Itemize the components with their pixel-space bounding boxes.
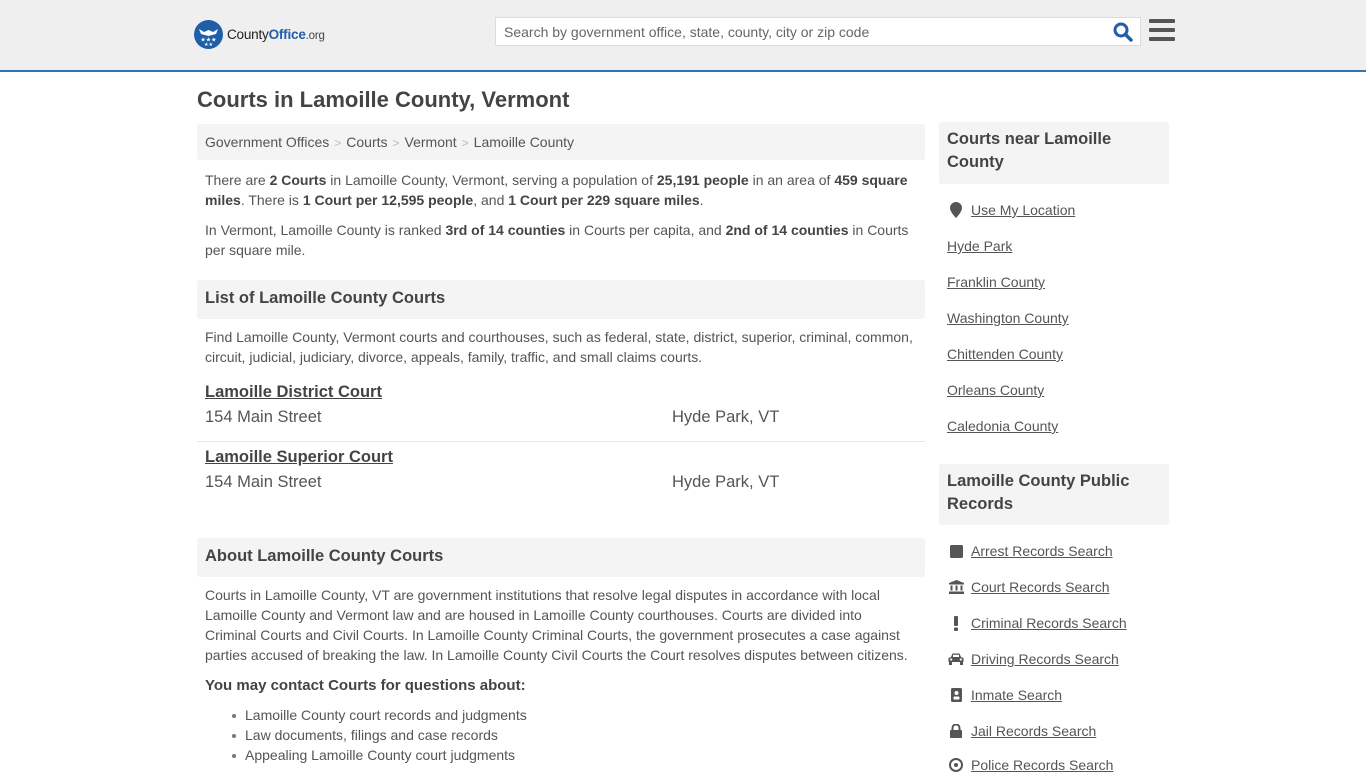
list-intro: Find Lamoille County, Vermont courts and… (205, 329, 913, 365)
court-item: Lamoille Superior Court 154 Main Street … (197, 443, 925, 507)
records-item: Jail Records Search (947, 722, 1096, 740)
records-item: Arrest Records Search (947, 542, 1113, 560)
nearby-link-orleans-county[interactable]: Orleans County (947, 382, 1044, 398)
courthouse-icon (947, 578, 965, 596)
search-icon[interactable] (1112, 21, 1134, 43)
about-body: Courts in Lamoille County, VT are govern… (205, 587, 908, 663)
records-item: Inmate Search (947, 686, 1062, 704)
records-item: Driving Records Search (947, 650, 1119, 668)
contact-list-item: Appealing Lamoille County court judgment… (232, 745, 527, 765)
inmate-search-link[interactable]: Inmate Search (971, 687, 1062, 703)
court-name-link[interactable]: Lamoille District Court (205, 383, 382, 402)
site-header: ★★★ ★★ CountyOffice.org (0, 0, 1366, 72)
contact-list-item: Law documents, filings and case records (232, 725, 527, 745)
site-logo[interactable]: ★★★ ★★ CountyOffice.org (194, 20, 325, 49)
police-records-link[interactable]: Police Records Search (971, 757, 1113, 773)
records-item: Criminal Records Search (947, 614, 1127, 632)
lock-icon (947, 722, 965, 740)
use-my-location-link[interactable]: Use My Location (971, 202, 1075, 218)
breadcrumb-lamoille-county[interactable]: Lamoille County (474, 134, 574, 150)
breadcrumb: Government Offices > Courts > Vermont > Lamoil… (197, 124, 925, 160)
nearby-courts-heading: Courts near Lamoille County (939, 122, 1169, 184)
court-city: Hyde Park, VT (672, 473, 780, 491)
list-section-heading: List of Lamoille County Courts (197, 280, 925, 319)
public-records-heading: Lamoille County Public Records (939, 464, 1169, 525)
court-address: 154 Main Street (205, 408, 322, 426)
contact-list: Lamoille County court records and judgme… (232, 705, 527, 765)
search-bar (495, 17, 1141, 46)
records-item: Court Records Search (947, 578, 1110, 596)
contact-heading: You may contact Courts for questions abo… (205, 677, 526, 694)
jail-records-link[interactable]: Jail Records Search (971, 723, 1096, 739)
svg-text:★★: ★★ (204, 42, 213, 48)
contact-list-item: Lamoille County court records and judgme… (232, 707, 527, 723)
court-item: Lamoille District Court 154 Main Street … (197, 378, 925, 442)
nearby-link-chittenden-county[interactable]: Chittenden County (947, 346, 1063, 362)
nearby-link-hyde-park[interactable]: Hyde Park (947, 238, 1012, 254)
hamburger-menu-icon[interactable] (1149, 19, 1175, 43)
court-records-link[interactable]: Court Records Search (971, 579, 1110, 595)
breadcrumb-vermont[interactable]: Vermont (405, 134, 457, 150)
summary-paragraph: There are 2 Courts in Lamoille County, V… (205, 172, 908, 208)
breadcrumb-government-offices[interactable]: Government Offices (205, 134, 329, 150)
page-title: Courts in Lamoille County, Vermont (197, 87, 570, 112)
criminal-records-link[interactable]: Criminal Records Search (971, 615, 1127, 631)
ranking-paragraph: In Vermont, Lamoille County is ranked 3r… (205, 222, 909, 258)
breadcrumb-courts[interactable]: Courts (346, 134, 387, 150)
breadcrumb-separator: > (334, 136, 342, 150)
car-icon (947, 650, 965, 668)
search-input[interactable] (496, 18, 1106, 45)
square-icon (947, 542, 965, 560)
badge-icon (947, 756, 965, 774)
court-name-link[interactable]: Lamoille Superior Court (205, 448, 393, 467)
exclamation-icon (947, 614, 965, 632)
court-city: Hyde Park, VT (672, 408, 780, 426)
id-badge-icon (947, 686, 965, 704)
logo-text: CountyOffice.org (227, 27, 325, 42)
about-section-heading: About Lamoille County Courts (197, 538, 925, 577)
breadcrumb-separator: > (461, 136, 469, 150)
use-my-location: Use My Location (947, 201, 1075, 219)
driving-records-link[interactable]: Driving Records Search (971, 651, 1119, 667)
nearby-link-franklin-county[interactable]: Franklin County (947, 274, 1045, 290)
arrest-records-link[interactable]: Arrest Records Search (971, 543, 1113, 559)
records-item: Police Records Search (947, 756, 1113, 774)
breadcrumb-separator: > (392, 136, 400, 150)
nearby-link-washington-county[interactable]: Washington County (947, 310, 1069, 326)
nearby-link-caledonia-county[interactable]: Caledonia County (947, 418, 1058, 434)
map-marker-icon (947, 201, 965, 219)
court-address: 154 Main Street (205, 473, 322, 491)
eagle-logo-icon: ★★★ ★★ (194, 20, 223, 49)
